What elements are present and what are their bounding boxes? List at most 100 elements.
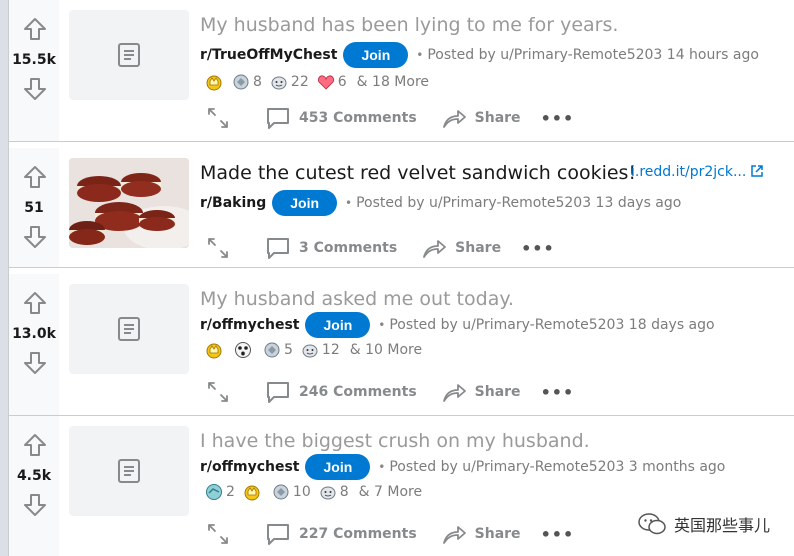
share-icon (441, 107, 467, 129)
awards-row[interactable]: 2 10 8 & 7 More (205, 482, 422, 502)
share-button[interactable]: Share (441, 107, 521, 129)
vote-score: 13.0k (12, 326, 56, 342)
post-actions: 453 Comments Share ••• (205, 106, 574, 130)
posted-by[interactable]: Posted by u/Primary-Remote5203 3 months … (389, 459, 725, 475)
heart-award-icon (317, 73, 335, 91)
silver-award-icon (270, 73, 288, 91)
external-link[interactable]: i.redd.it/pr2jck... (631, 164, 764, 180)
post-title[interactable]: Made the cutest red velvet sandwich cook… (200, 162, 636, 184)
silver-award-icon (301, 341, 319, 359)
expand-icon[interactable] (205, 521, 231, 547)
subreddit-link[interactable]: r/TrueOffMyChest (200, 47, 337, 63)
more-options-icon[interactable]: ••• (541, 525, 575, 544)
post-feed: 15.5k My husband has been lying to me fo… (8, 0, 794, 556)
post-card[interactable]: 13.0k My husband asked me out today. r/o… (9, 274, 794, 416)
upvote-arrow-icon[interactable] (22, 290, 48, 316)
post-thumbnail[interactable] (69, 10, 189, 100)
downvote-arrow-icon[interactable] (22, 492, 48, 518)
share-label: Share (474, 110, 521, 126)
more-options-icon[interactable]: ••• (521, 239, 555, 258)
award-count: 8 (339, 484, 349, 500)
post-actions: 3 Comments Share ••• (205, 236, 555, 260)
post-thumbnail[interactable] (69, 158, 189, 248)
share-icon (421, 237, 447, 259)
share-label: Share (474, 384, 521, 400)
post-title[interactable]: My husband asked me out today. (200, 288, 514, 310)
watermark-text: 英国那些事儿 (673, 516, 770, 535)
more-awards[interactable]: & 10 More (350, 342, 422, 358)
award-count: 6 (337, 74, 347, 90)
awards-row[interactable]: 8 22 6 & 18 More (205, 72, 429, 92)
join-button[interactable]: Join (343, 42, 409, 68)
separator-dot: • (378, 318, 386, 332)
posted-by[interactable]: Posted by u/Primary-Remote5203 18 days a… (389, 317, 714, 333)
downvote-arrow-icon[interactable] (22, 350, 48, 376)
vote-score: 4.5k (16, 468, 52, 484)
comment-icon (265, 106, 291, 130)
link-text: i.redd.it/pr2jck... (631, 164, 747, 180)
share-button[interactable]: Share (421, 237, 501, 259)
upvote-arrow-icon[interactable] (22, 164, 48, 190)
comments-label: 453 Comments (299, 110, 417, 126)
post-meta: r/offmychest Join • Posted by u/Primary-… (200, 312, 715, 338)
posted-by[interactable]: Posted by u/Primary-Remote5203 14 hours … (427, 47, 759, 63)
wechat-icon (638, 513, 666, 535)
awards-row[interactable]: 5 12 & 10 More (205, 340, 422, 360)
separator-dot: • (416, 48, 424, 62)
wholesome-award-icon (232, 73, 250, 91)
gold-award-icon (205, 341, 223, 359)
expand-icon[interactable] (205, 379, 231, 405)
gold-award-icon (205, 73, 223, 91)
vote-column: 15.5k (9, 0, 59, 141)
join-button[interactable]: Join (272, 190, 338, 216)
vote-score: 51 (24, 200, 44, 216)
text-post-icon (117, 316, 141, 342)
downvote-arrow-icon[interactable] (22, 224, 48, 250)
subreddit-link[interactable]: r/offmychest (200, 459, 299, 475)
comments-label: 227 Comments (299, 526, 417, 542)
expand-icon[interactable] (205, 235, 231, 261)
post-meta: r/Baking Join • Posted by u/Primary-Remo… (200, 190, 681, 216)
join-button[interactable]: Join (305, 312, 371, 338)
post-card[interactable]: 15.5k My husband has been lying to me fo… (9, 0, 794, 142)
comment-icon (265, 522, 291, 546)
award-count: 12 (321, 342, 340, 358)
post-card[interactable]: 51 Made the cutest red velvet sandwich c… (9, 148, 794, 268)
comments-button[interactable]: 3 Comments (265, 236, 397, 260)
award-count: 2 (226, 484, 235, 500)
comments-label: 3 Comments (299, 240, 398, 256)
award-count: 22 (290, 74, 309, 90)
wholesome-award-icon (272, 483, 290, 501)
share-button[interactable]: Share (441, 381, 521, 403)
expand-icon[interactable] (205, 105, 231, 131)
post-meta: r/offmychest Join • Posted by u/Primary-… (200, 454, 725, 480)
comments-button[interactable]: 227 Comments (265, 522, 417, 546)
subreddit-link[interactable]: r/Baking (200, 195, 266, 211)
more-options-icon[interactable]: ••• (541, 109, 575, 128)
post-thumbnail[interactable] (69, 426, 189, 516)
text-post-icon (117, 458, 141, 484)
more-awards[interactable]: & 7 More (359, 484, 422, 500)
cookies-photo (69, 158, 189, 248)
downvote-arrow-icon[interactable] (22, 76, 48, 102)
join-button[interactable]: Join (305, 454, 371, 480)
post-thumbnail[interactable] (69, 284, 189, 374)
share-button[interactable]: Share (441, 523, 521, 545)
upvote-arrow-icon[interactable] (22, 432, 48, 458)
comments-button[interactable]: 246 Comments (265, 380, 417, 404)
post-title[interactable]: I have the biggest crush on my husband. (200, 430, 590, 452)
comments-button[interactable]: 453 Comments (265, 106, 417, 130)
separator-dot: • (378, 460, 386, 474)
posted-by[interactable]: Posted by u/Primary-Remote5203 13 days a… (356, 195, 681, 211)
share-icon (441, 523, 467, 545)
external-link-icon (751, 165, 764, 177)
award-count: 10 (292, 484, 311, 500)
subreddit-link[interactable]: r/offmychest (200, 317, 299, 333)
post-title[interactable]: My husband has been lying to me for year… (200, 14, 618, 36)
vote-column: 4.5k (9, 416, 59, 556)
vote-column: 13.0k (9, 274, 59, 415)
upvote-arrow-icon[interactable] (22, 16, 48, 42)
more-awards[interactable]: & 18 More (357, 74, 429, 90)
more-options-icon[interactable]: ••• (541, 383, 575, 402)
comment-icon (265, 236, 291, 260)
